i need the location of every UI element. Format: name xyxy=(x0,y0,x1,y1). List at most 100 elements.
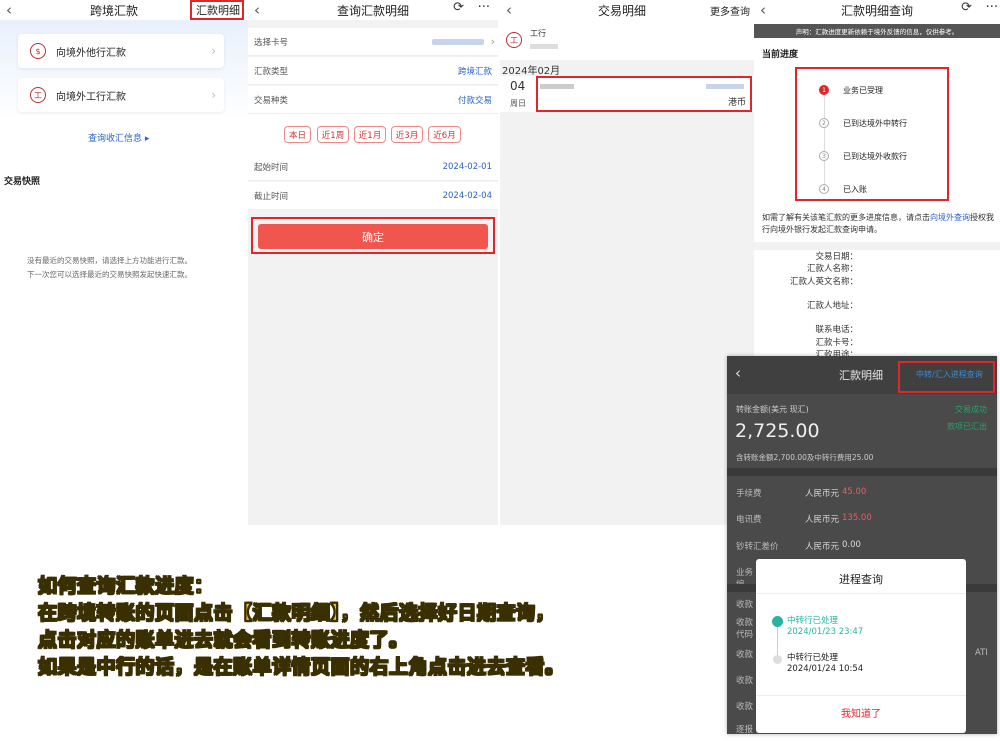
panel-boc-remittance-details: ‹ 汇款明细 中转/汇入进程查询 转账金额(美元 现汇) 交易成功 款项已汇出 … xyxy=(727,356,997,735)
fee-amount: 0.00 xyxy=(842,540,861,550)
fee-label: 钞转汇差价 xyxy=(736,542,779,552)
query-receipt-link[interactable]: 查询收汇信息 ▸ xyxy=(88,131,149,144)
back-arrow-icon[interactable]: ‹ xyxy=(254,1,260,19)
weekday: 周日 xyxy=(510,99,526,108)
amount: 2,725.00 xyxy=(735,420,820,442)
amount-note: 含转账金额2,700.00及中转行费用25.00 xyxy=(736,453,874,462)
masked-account xyxy=(530,44,558,49)
empty-text-2: 下一次您可以选择最近的交易快照发起快速汇款。 xyxy=(27,270,192,279)
more-icon[interactable]: ··· xyxy=(986,0,998,15)
back-arrow-icon[interactable]: ‹ xyxy=(735,364,741,382)
event-time: 2024/01/23 23:47 xyxy=(787,627,864,637)
masked-card-number xyxy=(432,38,484,45)
caption-line-3: 点击对应的账单进去就会看到转账进度了。 xyxy=(38,629,409,652)
dim-label: 收款 xyxy=(736,676,754,686)
highlight-box xyxy=(536,76,752,112)
highlight-box xyxy=(190,0,244,20)
progress-modal: 进程查询 中转行已处理 2024/01/23 23:47 中转行已处理 2024… xyxy=(756,559,966,733)
back-arrow-icon[interactable]: ‹ xyxy=(760,1,766,19)
overseas-query-link[interactable]: 向境外查询 xyxy=(930,213,970,222)
field-phone: 联系电话： xyxy=(815,325,858,335)
row-value: 付款交易 xyxy=(457,95,492,106)
bank-name: 工行 xyxy=(530,29,546,38)
start-date-value: 2024-02-01 xyxy=(442,161,492,172)
end-date-row[interactable]: 截止时间 2024-02-04 xyxy=(248,182,498,210)
highlight-box xyxy=(898,361,995,393)
progress-title: 当前进度 xyxy=(762,50,799,60)
panel4-header: ‹ 汇款明细查询 ⟳ ··· xyxy=(754,0,1000,20)
headset-icon[interactable]: ⟳ xyxy=(453,0,464,15)
modal-title: 进程查询 xyxy=(839,573,883,586)
month-header: 2024年02月 xyxy=(502,66,561,77)
query-receipt-label: 查询收汇信息 xyxy=(88,134,143,144)
headset-icon[interactable]: ⟳ xyxy=(961,0,972,15)
chip-today[interactable]: 本日 xyxy=(284,126,311,143)
empty-text-1: 没有最近的交易快照，请选择上方功能进行汇款。 xyxy=(27,256,192,265)
modal-divider xyxy=(756,695,966,696)
card-label: 向境外他行汇款 xyxy=(56,47,126,59)
status-sent: 款项已汇出 xyxy=(947,422,987,431)
page-title: 汇款明细 xyxy=(839,369,883,382)
page-title: 跨境汇款 xyxy=(89,3,138,18)
field-english-name: 汇款人英文名称： xyxy=(789,277,858,287)
back-arrow-icon[interactable]: ‹ xyxy=(6,1,12,19)
back-arrow-icon[interactable]: ‹ xyxy=(506,1,512,19)
chip-1week[interactable]: 近1周 xyxy=(317,126,349,143)
status-success: 交易成功 xyxy=(955,405,987,414)
divider xyxy=(754,242,1000,250)
icbc-logo-icon: 工 xyxy=(30,87,46,103)
fee-label: 电讯费 xyxy=(736,515,762,525)
notice-bar: 声明：汇款进度更新依赖于境外反馈的信息，仅供参考。 xyxy=(754,24,1000,38)
fee-label: 手续费 xyxy=(736,489,762,499)
event-time: 2024/01/24 10:54 xyxy=(787,664,864,674)
acknowledge-button[interactable]: 我知道了 xyxy=(756,705,966,720)
remittance-type-row[interactable]: 汇款类型 跨境汇款 xyxy=(248,57,498,85)
dim-right-label: ATI xyxy=(975,648,988,658)
highlight-box xyxy=(251,217,495,254)
chip-1month[interactable]: 近1月 xyxy=(354,126,386,143)
dim-label: 收款 xyxy=(736,600,754,610)
fee-amount: 135.00 xyxy=(842,513,872,523)
page-title: 交易明细 xyxy=(597,3,646,18)
help-pre: 如需了解有关该笔汇款的更多进度信息，请点击 xyxy=(762,213,930,222)
card-icbc[interactable]: 工 向境外工行汇款 › xyxy=(18,78,224,112)
chip-3months[interactable]: 近3月 xyxy=(391,126,423,143)
page-title: 查询汇款明细 xyxy=(336,3,409,18)
event-label: 中转行已处理 xyxy=(787,616,839,626)
card-other-bank[interactable]: $ 向境外他行汇款 › xyxy=(18,34,224,68)
panel-query-details: ‹ 查询汇款明细 ⟳ ··· 选择卡号 › 汇款类型 跨境汇款 交易种类 付款交… xyxy=(248,0,498,525)
more-icon[interactable]: ··· xyxy=(478,0,490,15)
dim-label: 逐报 xyxy=(736,725,754,735)
section-title: 交易快照 xyxy=(4,177,41,187)
fee-currency: 人民币元 xyxy=(805,515,840,525)
row-label: 选择卡号 xyxy=(254,37,289,48)
row-label: 截止时间 xyxy=(254,191,289,202)
chip-6months[interactable]: 近6月 xyxy=(428,126,461,143)
money-bag-icon: $ xyxy=(30,43,46,59)
timeline-dot xyxy=(773,655,782,664)
row-value: 跨境汇款 xyxy=(457,66,492,77)
field-card: 汇款卡号： xyxy=(815,338,858,348)
row-label: 起始时间 xyxy=(254,162,289,173)
card-label: 向境外工行汇款 xyxy=(56,91,126,103)
panel2-header: ‹ 查询汇款明细 ⟳ ··· xyxy=(248,0,498,20)
account-bar: 工 工行 xyxy=(500,20,754,60)
card-number-row[interactable]: 选择卡号 › xyxy=(248,28,498,56)
fee-currency: 人民币元 xyxy=(805,489,840,499)
amount-label: 转账金额(美元 现汇) xyxy=(736,405,809,414)
row-label: 交易种类 xyxy=(254,95,289,106)
highlight-box xyxy=(795,67,949,201)
modal-divider xyxy=(756,593,966,594)
transaction-type-row[interactable]: 交易种类 付款交易 xyxy=(248,86,498,114)
dim-label: 收款 xyxy=(736,650,754,660)
timeline-dot-active xyxy=(772,616,783,627)
chevron-right-icon: › xyxy=(490,35,495,48)
day: 04 xyxy=(510,79,526,93)
chevron-right-icon: › xyxy=(211,88,216,102)
more-query-button[interactable]: 更多查询 xyxy=(710,3,750,18)
field-date: 交易日期： xyxy=(815,252,858,262)
dim-label: 收款 xyxy=(736,618,754,628)
chevron-right-icon: › xyxy=(211,44,216,58)
start-date-row[interactable]: 起始时间 2024-02-01 xyxy=(248,153,498,181)
end-date-value: 2024-02-04 xyxy=(442,190,492,201)
